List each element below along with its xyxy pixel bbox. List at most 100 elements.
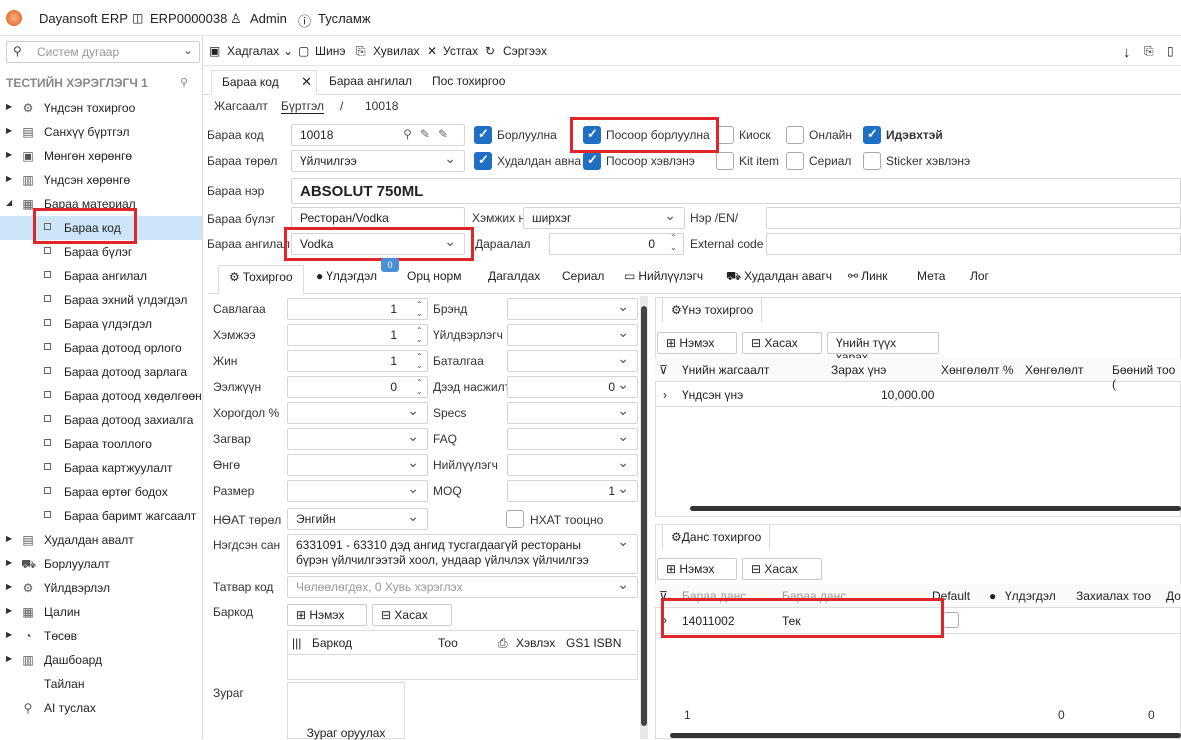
sidebar-item[interactable]: ⚲ AI туслах (0, 696, 202, 720)
price-del-button[interactable]: ⊟ Хасах (742, 332, 822, 354)
sidebar-subitem[interactable]: Бараа дотоод зарлага (0, 360, 202, 384)
barcode-del-button[interactable]: ⊟ Хасах (372, 604, 452, 626)
account-tab[interactable]: ⚙Данс тохиргоо (662, 524, 771, 550)
item-name-field[interactable]: ABSOLUT 750ML (291, 178, 1181, 204)
external-code-field[interactable] (766, 233, 1181, 255)
col-balance[interactable]: Үлдэгдэл (1005, 589, 1056, 603)
checkbox[interactable] (863, 152, 881, 170)
h-scrollbar[interactable] (670, 733, 1181, 738)
col-order-qty[interactable]: Захиалах тоо (1076, 589, 1151, 603)
account-add-button[interactable]: ⊞ Нэмэх (657, 558, 737, 580)
expand-arrow-icon[interactable]: ▶ (6, 654, 12, 663)
price-history-button[interactable]: Үнийн түүх харах (827, 332, 939, 364)
checkbox[interactable] (786, 126, 804, 144)
setting-field[interactable] (507, 324, 638, 346)
sidebar-subitem[interactable]: Бараа үлдэгдэл (0, 312, 202, 336)
subtab[interactable]: ⚯ Линк (838, 265, 898, 295)
col-qty[interactable]: Тоо (438, 636, 458, 650)
user-name[interactable]: Admin (250, 11, 287, 26)
sidebar-subitem[interactable]: Бараа эхний үлдэгдэл (0, 288, 202, 312)
expand-arrow-icon[interactable]: ◢ (6, 198, 12, 207)
download-icon[interactable]: ↓ (1123, 44, 1131, 61)
h-scrollbar[interactable] (690, 506, 1181, 511)
col-sale-price[interactable]: Зарах үнэ (831, 363, 886, 377)
setting-field[interactable] (287, 454, 428, 476)
subtab[interactable]: ▭ Нийлүүлэгч (614, 265, 713, 295)
sidebar-subitem[interactable]: Бараа тооллого (0, 432, 202, 456)
subtab[interactable]: Сериал (552, 265, 614, 295)
expand-arrow-icon[interactable]: ▶ (6, 102, 12, 111)
sidebar-item[interactable]: ▶ ▤ Санхүү бүртгэл (0, 120, 202, 144)
price-add-button[interactable]: ⊞ Нэмэх (657, 332, 737, 354)
setting-field[interactable]: 1 (287, 298, 428, 320)
setting-field[interactable]: 0 (507, 376, 638, 398)
sidebar-subitem[interactable]: Бараа дотоод хөдөлгөөн (0, 384, 202, 408)
nsan-select[interactable]: 6331091 - 63310 дэд ангид тусгагдаагүй р… (287, 534, 638, 574)
checkbox[interactable] (863, 126, 881, 144)
subtab[interactable]: ⚙ Тохиргоо (218, 265, 304, 295)
expand-arrow-icon[interactable]: ▶ (6, 606, 12, 615)
stepper-icon[interactable]: ⌃ ⌄ (416, 300, 423, 318)
copy-doc-icon[interactable]: ⎘ (1144, 44, 1154, 59)
doc-number[interactable]: ERP0000038 (150, 11, 227, 26)
expand-arrow-icon[interactable]: ▶ (6, 534, 12, 543)
checkbox[interactable] (583, 152, 601, 170)
expand-arrow-icon[interactable]: ▶ (6, 630, 12, 639)
expand-arrow-icon[interactable]: ▶ (6, 126, 12, 135)
sidebar-item[interactable]: ▶ ◔ Төсөв (0, 624, 202, 648)
scrollbar[interactable] (640, 296, 648, 739)
scrollbar-thumb[interactable] (641, 306, 647, 726)
default-checkbox[interactable] (943, 612, 959, 628)
barcode-add-button[interactable]: ⊞ Нэмэх (287, 604, 367, 626)
setting-field[interactable]: 0 (287, 376, 428, 398)
col-print[interactable]: Хэвлэх (516, 636, 555, 650)
col-barcode[interactable]: Баркод (312, 636, 352, 650)
setting-field[interactable] (287, 428, 428, 450)
breadcrumb-list[interactable]: Жагсаалт (214, 99, 268, 113)
order-field[interactable]: 0 (549, 233, 684, 255)
doc-icon[interactable]: ▯ (1167, 44, 1174, 58)
tab-item-class[interactable]: Бараа ангилал (319, 70, 422, 95)
expand-arrow-icon[interactable]: ▶ (6, 150, 12, 159)
stepper-icon[interactable]: ⌃ ⌄ (416, 352, 423, 370)
help-link[interactable]: Тусламж (318, 11, 371, 26)
setting-field[interactable] (507, 298, 638, 320)
sidebar-subitem[interactable]: Бараа ангилал (0, 264, 202, 288)
expand-arrow-icon[interactable]: ▶ (6, 174, 12, 183)
sidebar-item[interactable]: ▶ ▥ Үндсэн хөрөнгө (0, 168, 202, 192)
search-edit-icons[interactable]: ⚲✎✎ (403, 127, 456, 141)
item-type-select[interactable]: Үйлчилгээ (291, 150, 465, 172)
subtab[interactable]: Лог (960, 265, 999, 295)
sidebar-subitem[interactable]: Бараа баримт жагсаалт (0, 504, 202, 528)
sidebar-item[interactable]: ▶ ▥ Дашбоард (0, 648, 202, 672)
close-icon[interactable]: ✕ (301, 74, 312, 90)
setting-field[interactable] (507, 428, 638, 450)
checkbox[interactable] (474, 126, 492, 144)
price-tab[interactable]: ⚙Үнэ тохиргоо (662, 297, 763, 323)
delete-button[interactable]: Устгах (443, 44, 478, 58)
table-row[interactable]: › Үндсэн үнэ 10,000.00 (655, 383, 1181, 407)
col-discount[interactable]: Хөнгөлөлт (1025, 363, 1084, 377)
refresh-button[interactable]: Сэргээх (503, 44, 547, 58)
setting-field[interactable]: 1 (507, 480, 638, 502)
tax-select[interactable]: Чөлөөлөгдөх, 0 Хувь хэрэглэх (287, 576, 638, 598)
new-button[interactable]: Шинэ (315, 44, 345, 58)
col-gs1[interactable]: GS1 ISBN (566, 636, 621, 650)
tab-pos-settings[interactable]: Пос тохиргоо (422, 70, 515, 95)
sidebar-subitem[interactable]: Бараа дотоод захиалга (0, 408, 202, 432)
chevron-right-icon[interactable]: › (663, 388, 667, 402)
sidebar-item[interactable]: ▶ ▤ Худалдан авалт (0, 528, 202, 552)
stepper-icon[interactable]: ⌃ ⌄ (670, 233, 677, 253)
search-input[interactable]: ⚲ Систем дугаар ⌄ (6, 41, 200, 63)
sidebar-item[interactable]: ▶ ⛟ Борлуулалт (0, 552, 202, 576)
item-group-field[interactable]: Ресторан/Vodka (291, 207, 465, 229)
sidebar-subitem[interactable]: Бараа өртөг бодох (0, 480, 202, 504)
en-name-field[interactable] (766, 207, 1181, 229)
item-code-field[interactable]: 10018 ⚲✎✎ (291, 124, 465, 146)
setting-field[interactable]: 1 (287, 350, 428, 372)
sidebar-item[interactable]: ▶ ▣ Мөнгөн хөрөнгө (0, 144, 202, 168)
save-button[interactable]: Хадгалах (227, 44, 279, 58)
subtab[interactable]: ● Үлдэгдэл (306, 265, 387, 295)
pin-icon[interactable]: ⚲ (180, 76, 188, 89)
checkbox[interactable] (474, 152, 492, 170)
